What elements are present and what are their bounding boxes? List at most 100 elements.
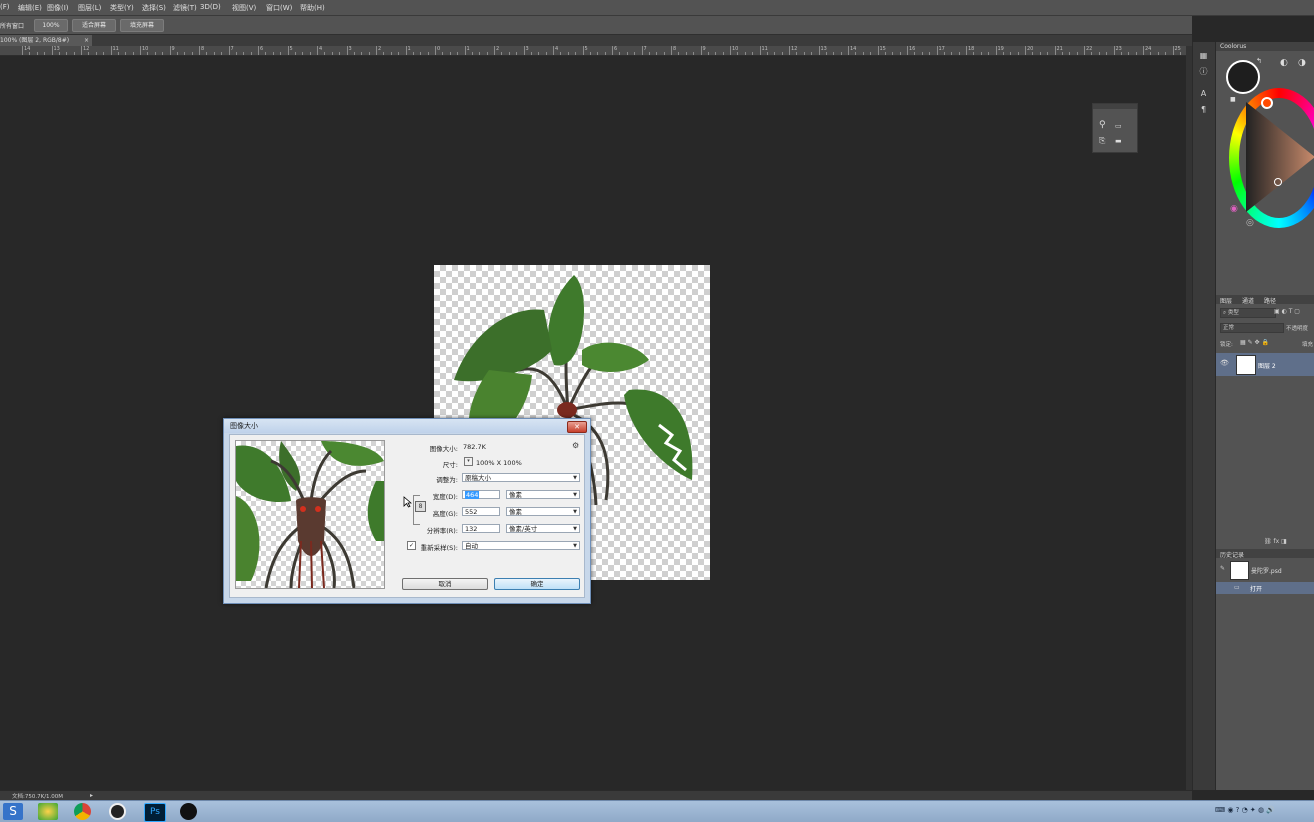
saturation-triangle[interactable]: [1246, 102, 1314, 212]
menu-type[interactable]: 类型(Y): [110, 3, 134, 13]
dimensions-dropdown-icon[interactable]: ▾: [464, 457, 473, 466]
resample-value: 自动: [465, 542, 478, 550]
color-picker-marker[interactable]: [1274, 178, 1282, 186]
tab-coolorus[interactable]: Coolorus: [1220, 43, 1246, 50]
history-file-name: 曼陀罗.psd: [1251, 568, 1282, 575]
app-pinwheel-icon[interactable]: [38, 803, 58, 820]
settings-ring-icon[interactable]: ◎: [1246, 218, 1254, 228]
ruler-minor-tick: [1069, 52, 1071, 55]
layer-footer-icons[interactable]: ⛓ fx ◨: [1264, 538, 1287, 545]
menu-file[interactable]: (F): [0, 3, 10, 11]
start-button-icon[interactable]: S: [3, 803, 23, 820]
obs-studio-icon[interactable]: [180, 803, 197, 820]
history-item[interactable]: ▭ 打开: [1216, 582, 1314, 594]
resample-select[interactable]: 自动 ▼: [462, 541, 580, 550]
resolution-input[interactable]: 132: [462, 524, 500, 533]
ruler-minor-tick: [722, 52, 724, 55]
dialog-close-button[interactable]: ✕: [567, 421, 587, 433]
gear-icon[interactable]: ⚙: [572, 441, 579, 450]
system-tray-icons[interactable]: ⌨ ◉ ? ◔ ✦ ◍ 🔊: [1215, 806, 1275, 814]
character-icon[interactable]: A: [1198, 88, 1209, 99]
filter-icons[interactable]: ▣ ◐ T ▢: [1274, 308, 1300, 315]
ruler-minor-tick: [958, 52, 960, 55]
ruler-minor-tick: [117, 52, 119, 55]
visibility-eye-icon[interactable]: 👁: [1220, 359, 1229, 367]
menu-edit[interactable]: 编辑(E): [18, 3, 42, 13]
ok-button[interactable]: 确定: [494, 578, 580, 590]
ruler-minor-tick: [339, 52, 341, 55]
tab-paths[interactable]: 路径: [1264, 296, 1276, 305]
floating-panel[interactable]: ⚲ ▭ ⎘ ▬: [1092, 103, 1138, 153]
clone-source-icon[interactable]: ⎘: [1099, 136, 1105, 146]
ruler-minor-tick: [457, 52, 459, 55]
dialog-title-bar[interactable]: 图像大小: [224, 419, 590, 433]
ruler-tick: [51, 46, 53, 55]
hue-marker[interactable]: [1261, 97, 1273, 109]
ruler-minor-tick: [442, 52, 444, 55]
layer-kind-filter[interactable]: ⌕ 类型: [1220, 308, 1276, 318]
brush-settings-icon[interactable]: ▭: [1115, 122, 1122, 130]
menu-layer[interactable]: 图层(L): [78, 3, 101, 13]
width-input[interactable]: 464: [462, 490, 500, 499]
color-panel-icon[interactable]: ▦: [1198, 50, 1209, 61]
dialog-body: 图像大小: 782.7K ⚙ 尺寸: ▾ 100% X 100% 调整为: 原稿…: [229, 434, 585, 598]
menu-image[interactable]: 图像(I): [47, 3, 69, 13]
fit-to-select[interactable]: 原稿大小 ▼: [462, 473, 580, 482]
info-icon[interactable]: ⓘ: [1198, 66, 1209, 77]
menu-window[interactable]: 窗口(W): [266, 3, 292, 13]
zoom-100-button[interactable]: 100%: [34, 19, 68, 32]
fit-to-label: 调整为:: [436, 476, 458, 484]
ruler-minor-tick: [626, 52, 628, 55]
all-windows-checkbox[interactable]: 所有窗口: [0, 21, 24, 30]
ruler-tick: [228, 46, 230, 55]
tab-layers[interactable]: 图层: [1220, 296, 1232, 305]
default-colors-icon[interactable]: ■: [1230, 96, 1236, 103]
tab-channels[interactable]: 通道: [1242, 296, 1254, 305]
document-tab[interactable]: 100% (图层 2, RGB/8#) ×: [0, 35, 92, 46]
chevron-down-icon: ▼: [573, 526, 577, 532]
ruler-minor-tick: [29, 52, 31, 55]
menu-view[interactable]: 视图(V): [232, 3, 256, 13]
options-bar: 所有窗口 100% 适合屏幕 填充屏幕: [0, 16, 1192, 35]
foreground-color-swatch[interactable]: [1226, 60, 1260, 94]
ruler-tick: [936, 46, 938, 55]
paragraph-icon[interactable]: ¶: [1198, 104, 1209, 115]
palette-mode-icon[interactable]: ◑: [1298, 58, 1306, 68]
layer-row[interactable]: 👁 图层 2: [1216, 353, 1314, 376]
height-input[interactable]: 552: [462, 507, 500, 516]
fill-screen-button[interactable]: 填充屏幕: [120, 19, 164, 32]
tool-presets-icon[interactable]: ▬: [1115, 137, 1122, 145]
ruler-tick: [523, 46, 525, 55]
cancel-button[interactable]: 取消: [402, 578, 488, 590]
obs-icon[interactable]: [109, 803, 126, 820]
brush-mode-icon[interactable]: ◐: [1280, 58, 1288, 68]
ruler-minor-tick: [206, 52, 208, 55]
height-unit-select[interactable]: 像素 ▼: [506, 507, 580, 516]
ruler-tick: [671, 46, 672, 55]
resolution-unit-select[interactable]: 像素/英寸 ▼: [506, 524, 580, 533]
panel-grip[interactable]: [1093, 104, 1137, 109]
brush-icon[interactable]: ⚲: [1099, 120, 1106, 130]
history-snapshot[interactable]: ✎ 曼陀罗.psd: [1216, 560, 1314, 580]
ruler-minor-tick: [811, 52, 813, 55]
width-unit-select[interactable]: 像素 ▼: [506, 490, 580, 499]
ruler-minor-tick: [280, 52, 282, 55]
swap-colors-icon[interactable]: ↰: [1256, 57, 1262, 65]
chrome-icon[interactable]: [74, 803, 91, 820]
menu-help[interactable]: 帮助(H): [300, 3, 325, 13]
menu-3d[interactable]: 3D(D): [200, 3, 221, 11]
menu-filter[interactable]: 滤镜(T): [173, 3, 197, 13]
menu-select[interactable]: 选择(S): [142, 3, 166, 13]
fit-screen-button[interactable]: 适合屏幕: [72, 19, 116, 32]
blend-mode-select[interactable]: 正常: [1220, 323, 1284, 333]
image-preview[interactable]: [235, 440, 385, 589]
ruler-tick: [907, 46, 908, 55]
status-arrow-icon[interactable]: ▸: [90, 792, 93, 799]
close-icon[interactable]: ×: [84, 35, 89, 46]
tab-history[interactable]: 历史记录: [1220, 550, 1244, 559]
resolution-unit-value: 像素/英寸: [509, 525, 538, 533]
lock-icons[interactable]: ▦ ✎ ✥ 🔒: [1240, 339, 1269, 346]
photoshop-icon[interactable]: Ps: [144, 803, 166, 822]
color-mode-icon[interactable]: ◉: [1230, 204, 1238, 214]
ruler-minor-tick: [752, 52, 754, 55]
